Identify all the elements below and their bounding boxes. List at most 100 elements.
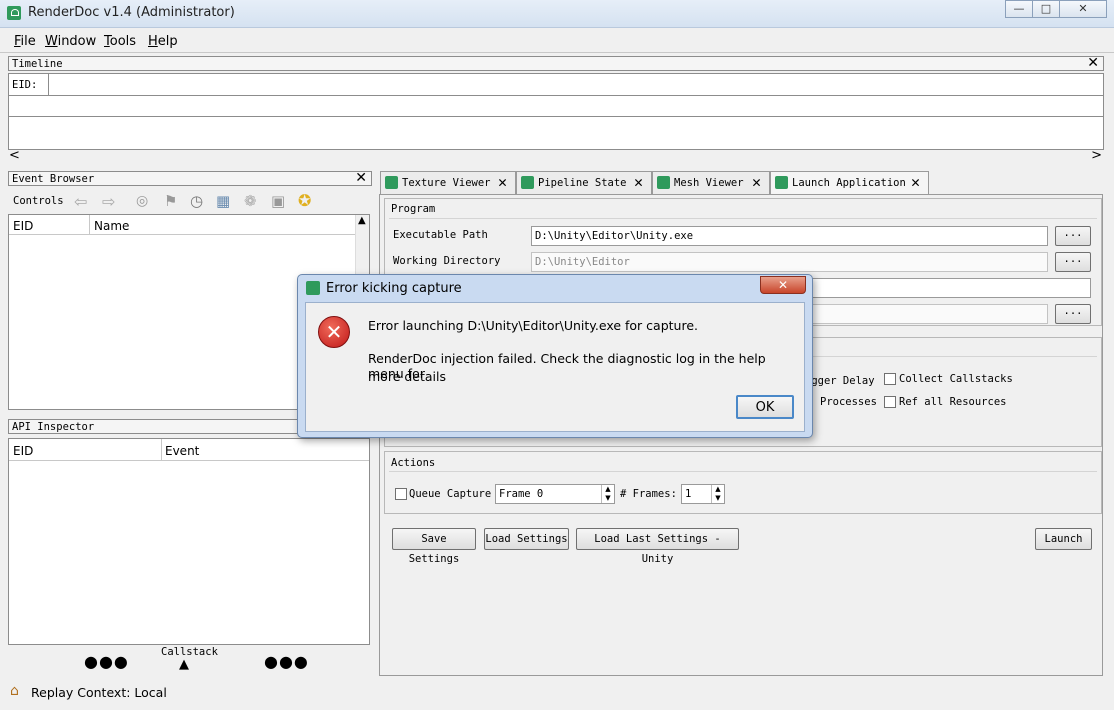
tab-label: Pipeline State bbox=[538, 177, 627, 189]
group-divider bbox=[389, 218, 1097, 219]
collect-callstacks-label: Collect Callstacks bbox=[899, 373, 1013, 385]
statistics-icon[interactable]: ▦ bbox=[216, 192, 230, 210]
expand-arrow-icon[interactable]: ▲ bbox=[179, 657, 189, 672]
launch-button[interactable]: Launch bbox=[1035, 528, 1092, 550]
error-dialog: Error kicking capture ✕ ✕ Error launchin… bbox=[297, 274, 813, 438]
close-icon[interactable]: ✕ bbox=[634, 173, 643, 191]
title-bar: RenderDoc v1.4 (Administrator) — □ ✕ bbox=[0, 0, 1114, 28]
window-title: RenderDoc v1.4 (Administrator) bbox=[28, 5, 235, 20]
pipeline-state-icon bbox=[521, 176, 534, 189]
executable-path-input[interactable]: D:\Unity\Editor\Unity.exe bbox=[531, 226, 1048, 246]
column-divider bbox=[89, 215, 90, 235]
debugger-delay-label: ugger Delay bbox=[805, 375, 875, 387]
chevron-right-icon[interactable]: > bbox=[1091, 148, 1102, 163]
dialog-title: Error kicking capture bbox=[326, 281, 462, 296]
menu-bar: File Window Tools Help bbox=[4, 30, 1110, 52]
error-icon: ✕ bbox=[318, 316, 350, 348]
launch-application-icon bbox=[775, 176, 788, 189]
event-browser-toolbar: Controls ⇦ ⇨ ◎ ⚑ ◷ ▦ ❁ ▣ ✪ bbox=[8, 190, 372, 212]
splitter-dots-left[interactable]: ●●● bbox=[84, 652, 129, 671]
arrow-right-icon[interactable]: ⇨ bbox=[102, 192, 115, 211]
close-icon[interactable]: ✕ bbox=[1087, 55, 1099, 71]
menu-help[interactable]: Help bbox=[148, 34, 178, 49]
column-event[interactable]: Event bbox=[165, 444, 199, 458]
tab-launch-application[interactable]: Launch Application ✕ bbox=[770, 171, 929, 195]
gear-icon[interactable]: ❁ bbox=[244, 192, 257, 210]
actions-group: Actions Queue Capture Frame 0 ▲ ▼ # Frame… bbox=[384, 451, 1102, 514]
callstack-label[interactable]: Callstack bbox=[161, 646, 218, 658]
child-processes-label: Processes bbox=[820, 396, 877, 408]
environment-browse-button[interactable]: ... bbox=[1055, 304, 1091, 324]
tab-mesh-viewer[interactable]: Mesh Viewer ✕ bbox=[652, 171, 770, 194]
event-browser-header: Event Browser ✕ bbox=[8, 170, 372, 186]
column-divider bbox=[161, 439, 162, 461]
ref-all-resources-checkbox[interactable] bbox=[884, 396, 896, 408]
close-icon[interactable]: ✕ bbox=[752, 173, 761, 191]
queue-capture-checkbox[interactable] bbox=[395, 488, 407, 500]
frames-spinner[interactable]: ▲ ▼ bbox=[711, 485, 724, 503]
api-event-list[interactable]: EID Event bbox=[8, 438, 370, 645]
program-group-title: Program bbox=[391, 203, 436, 215]
column-eid[interactable]: EID bbox=[13, 444, 33, 458]
frame-number-input[interactable]: Frame 0 bbox=[495, 484, 615, 504]
timeline-eid-label: EID: bbox=[12, 79, 38, 91]
load-last-settings-button[interactable]: Load Last Settings - Unity bbox=[576, 528, 739, 565]
num-frames-label: # Frames: bbox=[620, 488, 677, 500]
group-divider bbox=[389, 471, 1097, 472]
timeline-title: Timeline bbox=[12, 58, 63, 70]
maximize-button[interactable]: □ bbox=[1032, 0, 1060, 18]
save-icon[interactable]: ▣ bbox=[271, 192, 285, 210]
close-icon[interactable]: ✕ bbox=[355, 170, 367, 186]
ok-button[interactable]: OK bbox=[736, 395, 794, 419]
working-directory-input[interactable]: D:\Unity\Editor bbox=[531, 252, 1048, 272]
load-settings-button[interactable]: Load Settings bbox=[484, 528, 569, 550]
collect-callstacks-checkbox[interactable] bbox=[884, 373, 896, 385]
timeline-scrollbar[interactable]: < > bbox=[8, 148, 1104, 164]
close-icon[interactable]: ✕ bbox=[911, 173, 920, 191]
save-settings-button[interactable]: Save Settings bbox=[392, 528, 476, 565]
dialog-close-button[interactable]: ✕ bbox=[760, 276, 806, 294]
api-inspector-title: API Inspector bbox=[12, 421, 95, 433]
home-icon: ⌂ bbox=[10, 683, 19, 699]
error-message-line3: more details bbox=[368, 369, 446, 384]
splitter-dots-right[interactable]: ●●● bbox=[264, 652, 309, 671]
frame-spinner[interactable]: ▲ ▼ bbox=[601, 485, 614, 503]
close-window-button[interactable]: ✕ bbox=[1059, 0, 1107, 18]
tab-texture-viewer[interactable]: Texture Viewer ✕ bbox=[380, 171, 516, 194]
column-eid[interactable]: EID bbox=[13, 219, 33, 233]
actions-group-title: Actions bbox=[391, 457, 436, 469]
chevron-left-icon[interactable]: < bbox=[9, 148, 20, 163]
executable-path-label: Executable Path bbox=[393, 229, 488, 241]
flag-icon[interactable]: ⚑ bbox=[164, 192, 177, 210]
menu-tools[interactable]: Tools bbox=[104, 34, 136, 49]
timeline-area[interactable]: EID: bbox=[8, 73, 1104, 150]
menu-window[interactable]: Window bbox=[45, 34, 96, 49]
browse-executable-button[interactable]: ... bbox=[1055, 226, 1091, 246]
arrow-left-icon[interactable]: ⇦ bbox=[74, 192, 87, 211]
timeline-ruler bbox=[49, 74, 1103, 96]
tab-pipeline-state[interactable]: Pipeline State ✕ bbox=[516, 171, 652, 194]
minimize-button[interactable]: — bbox=[1005, 0, 1033, 18]
status-text: Replay Context: Local bbox=[31, 685, 167, 700]
chevron-up-icon[interactable]: ▲ bbox=[358, 215, 366, 226]
working-directory-label: Working Directory bbox=[393, 255, 501, 267]
queue-capture-label: Queue Capture bbox=[409, 488, 492, 500]
tab-label: Mesh Viewer bbox=[674, 177, 744, 189]
event-list-header: EID Name bbox=[9, 215, 355, 235]
close-icon[interactable]: ✕ bbox=[498, 173, 507, 191]
error-message-line1: Error launching D:\Unity\Editor\Unity.ex… bbox=[368, 318, 698, 333]
dialog-body: ✕ Error launching D:\Unity\Editor\Unity.… bbox=[305, 302, 805, 432]
menu-divider bbox=[0, 52, 1114, 53]
menu-file[interactable]: File bbox=[14, 34, 36, 49]
clock-icon[interactable]: ◷ bbox=[190, 192, 203, 210]
timeline-row-divider bbox=[9, 116, 1103, 117]
event-browser-title: Event Browser bbox=[12, 173, 95, 185]
column-name[interactable]: Name bbox=[94, 219, 129, 233]
browse-directory-button[interactable]: ... bbox=[1055, 252, 1091, 272]
ref-all-resources-label: Ref all Resources bbox=[899, 396, 1007, 408]
binoculars-icon[interactable]: ◎ bbox=[136, 193, 148, 209]
mesh-viewer-icon bbox=[657, 176, 670, 189]
bookmark-star-icon[interactable]: ✪ bbox=[298, 191, 311, 210]
timeline-header: Timeline ✕ bbox=[8, 55, 1104, 71]
texture-viewer-icon bbox=[385, 176, 398, 189]
